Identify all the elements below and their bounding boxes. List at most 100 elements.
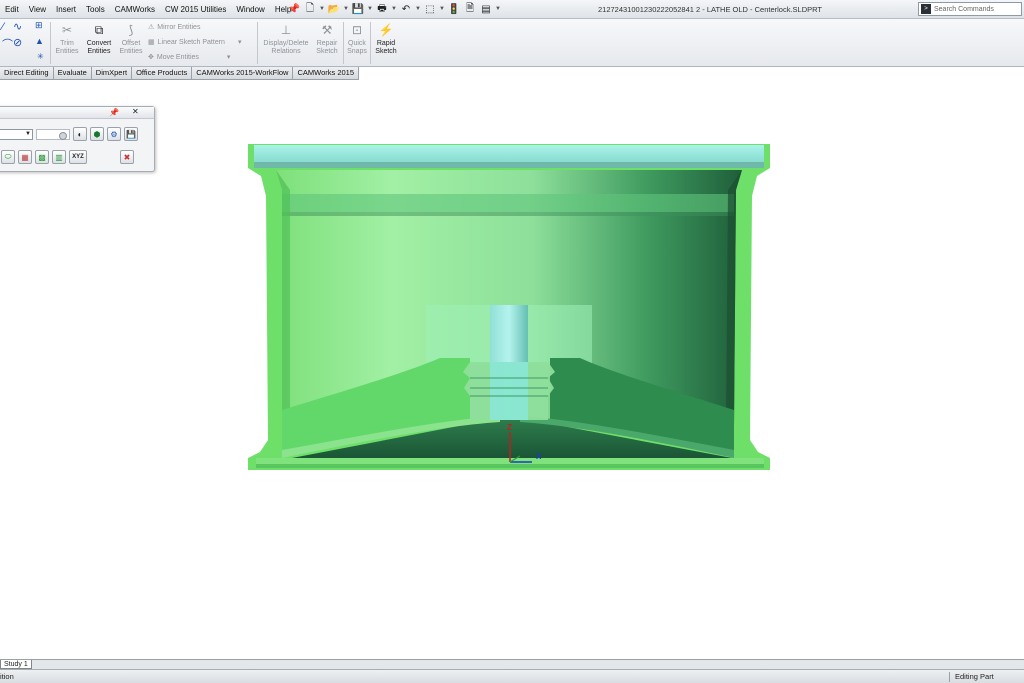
line-icon[interactable]: ⁄: [2, 21, 4, 33]
shaded-icon[interactable]: ⬢: [90, 127, 104, 141]
status-separator: [949, 672, 950, 682]
menu-item-tools[interactable]: Tools: [81, 0, 110, 19]
rebuild-icon[interactable]: 🚦: [447, 2, 461, 16]
pin-icon[interactable]: 📌: [287, 2, 301, 16]
tab-dimxpert[interactable]: DimXpert: [91, 67, 133, 79]
menu-item-cw-2015-utilities[interactable]: CW 2015 Utilities: [160, 0, 231, 19]
tab-office-products[interactable]: Office Products: [132, 67, 193, 79]
plane-icon[interactable]: ▲: [35, 36, 44, 46]
trim-icon: ✂: [61, 23, 73, 37]
open-folder-icon[interactable]: 📂: [327, 2, 341, 16]
hud-row-2: ⬭ ▦ ▩ ▥ XYZ ✖: [1, 150, 134, 164]
chevron-down-icon[interactable]: ▼: [367, 6, 373, 12]
ribbon-separator: [257, 22, 258, 64]
tab-direct-editing[interactable]: Direct Editing: [0, 67, 54, 79]
menu-item-window[interactable]: Window: [231, 0, 269, 19]
spline-icon[interactable]: ∿: [13, 20, 22, 33]
chevron-down-icon[interactable]: ▼: [319, 6, 325, 12]
convert-entities-label: Convert Entities: [86, 40, 112, 55]
menu-item-camworks[interactable]: CAMWorks: [110, 0, 160, 19]
transparency-slider[interactable]: [36, 128, 70, 140]
study-tab[interactable]: Study 1: [0, 660, 32, 669]
view-settings-icon[interactable]: ⚙: [107, 127, 121, 141]
chevron-down-icon[interactable]: ▼: [439, 6, 445, 12]
options-icon[interactable]: ▤: [479, 2, 493, 16]
quick-snaps-button[interactable]: ⊡ Quick Snaps: [345, 22, 369, 56]
search-input[interactable]: Search Commands: [934, 6, 994, 13]
measure-icon[interactable]: ▥: [52, 150, 66, 164]
menu-item-insert[interactable]: Insert: [51, 0, 81, 19]
coordinate-system-button[interactable]: XYZ: [69, 150, 87, 164]
mirror-entities-button[interactable]: ⚠ Mirror Entities: [148, 23, 201, 32]
print-icon[interactable]: 🖶: [375, 2, 389, 16]
chevron-down-icon[interactable]: ▼: [415, 6, 421, 12]
move-entities-label: Move Entities: [156, 53, 199, 61]
display-style-select[interactable]: ▼: [0, 128, 33, 140]
arc-icon[interactable]: ⌒: [2, 36, 13, 52]
ribbon-separator: [50, 22, 51, 64]
offset-entities-label: Offset Entities: [119, 40, 143, 55]
rim-bottom-edge: [256, 464, 764, 468]
chevron-down-icon[interactable]: ▾: [238, 38, 242, 46]
appearance-icon[interactable]: ▦: [18, 150, 32, 164]
display-delete-relations-label: Display/Delete Relations: [263, 40, 309, 55]
save-view-icon[interactable]: 💾: [124, 127, 138, 141]
chevron-down-icon[interactable]: ▼: [495, 6, 501, 12]
point-icon[interactable]: ✳: [37, 52, 44, 61]
select-arrow-icon[interactable]: ⬚: [423, 2, 437, 16]
convert-entities-icon: ⧉: [94, 23, 104, 37]
undo-icon[interactable]: ↶: [399, 2, 413, 16]
linear-sketch-pattern-button[interactable]: ▦ Linear Sketch Pattern ▾: [148, 38, 242, 47]
save-icon[interactable]: 💾: [351, 2, 365, 16]
trim-entities-button[interactable]: ✂ Trim Entities: [53, 22, 81, 56]
status-left-text: ition: [0, 672, 14, 681]
offset-entities-button[interactable]: ⟆ Offset Entities: [116, 22, 146, 56]
chevron-down-icon[interactable]: ▼: [391, 6, 397, 12]
menu-item-edit[interactable]: Edit: [0, 0, 24, 19]
pin-icon[interactable]: 📌: [109, 108, 119, 117]
snap-icon: ⊡: [351, 23, 363, 37]
triad-x-label: X: [536, 452, 542, 461]
main-menu: Edit View Insert Tools CAMWorks CW 2015 Utili…: [0, 0, 296, 19]
chevron-down-icon[interactable]: ▾: [227, 53, 231, 61]
repair-sketch-label: Repair Sketch: [316, 40, 338, 55]
close-icon[interactable]: ✕: [132, 107, 139, 116]
document-title: 21272431001230222052841 2 - LATHE OLD - …: [597, 5, 823, 14]
repair-sketch-button[interactable]: ⚒ Repair Sketch: [313, 22, 341, 56]
trim-entities-label: Trim Entities: [55, 40, 79, 55]
move-entities-button[interactable]: ✥ Move Entities ▾: [148, 53, 231, 62]
convert-entities-button[interactable]: ⧉ Convert Entities: [84, 22, 114, 56]
tab-evaluate[interactable]: Evaluate: [53, 67, 92, 79]
scene-icon[interactable]: ▩: [35, 150, 49, 164]
rapid-sketch-button[interactable]: ⚡ Rapid Sketch: [372, 22, 400, 56]
display-delete-relations-button[interactable]: ⊥ Display/Delete Relations: [260, 22, 312, 56]
chevron-down-icon[interactable]: ▼: [343, 6, 349, 12]
chevron-down-icon: ▼: [25, 130, 31, 137]
hud-title-bar: 📌 ✕: [0, 107, 154, 119]
move-icon: ✥: [148, 54, 154, 61]
file-properties-icon[interactable]: 🗎: [463, 2, 477, 16]
mirror-entities-label: Mirror Entities: [157, 23, 201, 31]
ellipse-icon[interactable]: ⊘: [13, 36, 22, 49]
rapid-sketch-label: Rapid Sketch: [375, 40, 397, 55]
triad-z-label: Z: [507, 423, 512, 432]
command-manager-tabs: Direct Editing Evaluate DimXpert Office Pro…: [0, 67, 359, 80]
tab-camworks-2015-workflow[interactable]: CAMWorks 2015-WorkFlow: [192, 67, 294, 79]
nut-bore: [490, 362, 528, 420]
section-view-icon[interactable]: ◐: [73, 127, 87, 141]
repair-icon: ⚒: [321, 23, 333, 37]
rim-top-lip: [254, 162, 764, 168]
hide-show-icon[interactable]: ⬭: [1, 150, 15, 164]
menu-item-view[interactable]: View: [24, 0, 51, 19]
relations-icon: ⊥: [280, 23, 292, 37]
command-manager-ribbon: ⁄ ∿ ⊞ ⌒ ⊘ ▲ ✳ ✂ Trim Entities ⧉ Convert …: [0, 19, 1024, 67]
linear-pattern-icon: ▦: [148, 39, 155, 46]
tools-icon[interactable]: ✖: [120, 150, 134, 164]
smart-dimension-icon[interactable]: ⊞: [35, 20, 43, 31]
status-bar: ition Editing Part: [0, 669, 1024, 683]
quick-access-toolbar: 📌 🗋 ▼ 📂 ▼ 💾 ▼ 🖶 ▼ ↶ ▼ ⬚ ▼ 🚦 🗎 ▤ ▼: [287, 2, 501, 16]
search-commands[interactable]: > Search Commands: [918, 2, 1022, 16]
tab-camworks-2015[interactable]: CAMWorks 2015: [293, 67, 359, 79]
new-document-icon[interactable]: 🗋: [303, 2, 317, 16]
offset-icon: ⟆: [128, 23, 134, 37]
